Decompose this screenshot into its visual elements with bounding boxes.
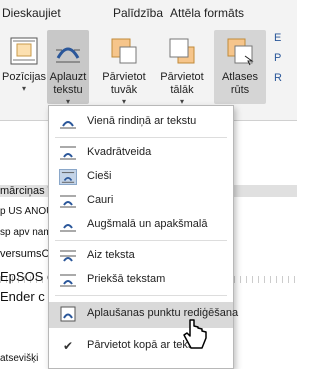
menu-item-inline[interactable]: Vienā rindiņā ar tekstu bbox=[49, 110, 233, 134]
behind-text-icon bbox=[60, 250, 76, 262]
menu-item-top-and-bottom[interactable]: Augšmalā un apakšmalā bbox=[49, 213, 233, 237]
menu-item-label: Aplaušanas punktu rediģēšana bbox=[87, 307, 239, 319]
doc-line-8: atsevišķi bbox=[0, 353, 39, 364]
menu-item-label: Cieši bbox=[87, 170, 112, 182]
selection-pane-icon bbox=[227, 38, 254, 66]
menu-item-label: Augšmalā un apakšmalā bbox=[87, 218, 208, 230]
send-backward-icon bbox=[169, 38, 195, 64]
group-icon[interactable]: P bbox=[274, 52, 281, 64]
edit-wrap-points-icon bbox=[60, 306, 76, 322]
top-and-bottom-icon bbox=[60, 224, 76, 232]
menu-divider bbox=[55, 137, 227, 138]
wrap-text-label: Aplauzt tekstu bbox=[49, 71, 87, 96]
tight-wrap-icon bbox=[59, 169, 77, 185]
menu-item-behind-text[interactable]: Aiz teksta bbox=[49, 244, 233, 268]
wrap-text-button[interactable]: Aplauzt tekstu ▾ bbox=[47, 30, 89, 106]
tab-insert[interactable]: Dieskaujiet bbox=[2, 6, 61, 20]
bring-forward-label: Pārvietot tuvāk bbox=[102, 71, 146, 96]
send-backward-button[interactable]: Pārvietot tālāk ▾ bbox=[154, 30, 210, 106]
bring-forward-icon bbox=[111, 38, 137, 64]
selection-pane-button[interactable]: Atlases rūts bbox=[214, 30, 266, 104]
menu-item-square[interactable]: Kvadrātveida bbox=[49, 141, 233, 165]
align-icon[interactable]: E bbox=[274, 32, 281, 44]
square-wrap-icon bbox=[60, 146, 76, 160]
menu-item-in-front-of-text[interactable]: Priekšā tekstam bbox=[49, 268, 233, 292]
menu-item-label: Vienā rindiņā ar tekstu bbox=[87, 115, 197, 127]
wrap-text-icon bbox=[56, 47, 80, 63]
send-backward-label: Pārvietot tālāk bbox=[160, 71, 204, 96]
in-front-of-text-icon bbox=[60, 274, 76, 287]
menu-item-label: Kvadrātveida bbox=[87, 146, 152, 158]
menu-divider bbox=[55, 240, 227, 241]
chevron-down-icon: ▾ bbox=[21, 84, 26, 93]
checkmark-icon: ✔ bbox=[62, 339, 74, 353]
bring-forward-button[interactable]: Pārvietot tuvāk ▾ bbox=[96, 30, 152, 106]
tab-picture-format[interactable]: Attēla formāts bbox=[170, 6, 244, 20]
selection-pane-label: Atlases rūts bbox=[221, 71, 259, 96]
menu-item-label: Aiz teksta bbox=[87, 249, 135, 261]
menu-item-tight[interactable]: Cieši bbox=[49, 165, 233, 189]
menu-item-label: Cauri bbox=[87, 194, 114, 206]
menu-divider bbox=[55, 295, 227, 296]
position-button[interactable]: Pozīcijas ▾ bbox=[2, 30, 46, 104]
hand-cursor-icon bbox=[183, 319, 207, 349]
ribbon: Dieskaujiet Palīdzība Attēla formāts Poz… bbox=[0, 0, 297, 120]
tab-help[interactable]: Palīdzība bbox=[113, 6, 163, 20]
menu-item-label: Priekšā tekstam bbox=[87, 273, 166, 285]
rotate-icon[interactable]: R bbox=[274, 72, 282, 84]
menu-item-through[interactable]: Cauri bbox=[49, 189, 233, 213]
inline-with-text-icon bbox=[60, 121, 76, 129]
position-label: Pozīcijas bbox=[2, 71, 47, 83]
position-icon bbox=[10, 37, 38, 65]
through-wrap-icon bbox=[60, 195, 76, 208]
